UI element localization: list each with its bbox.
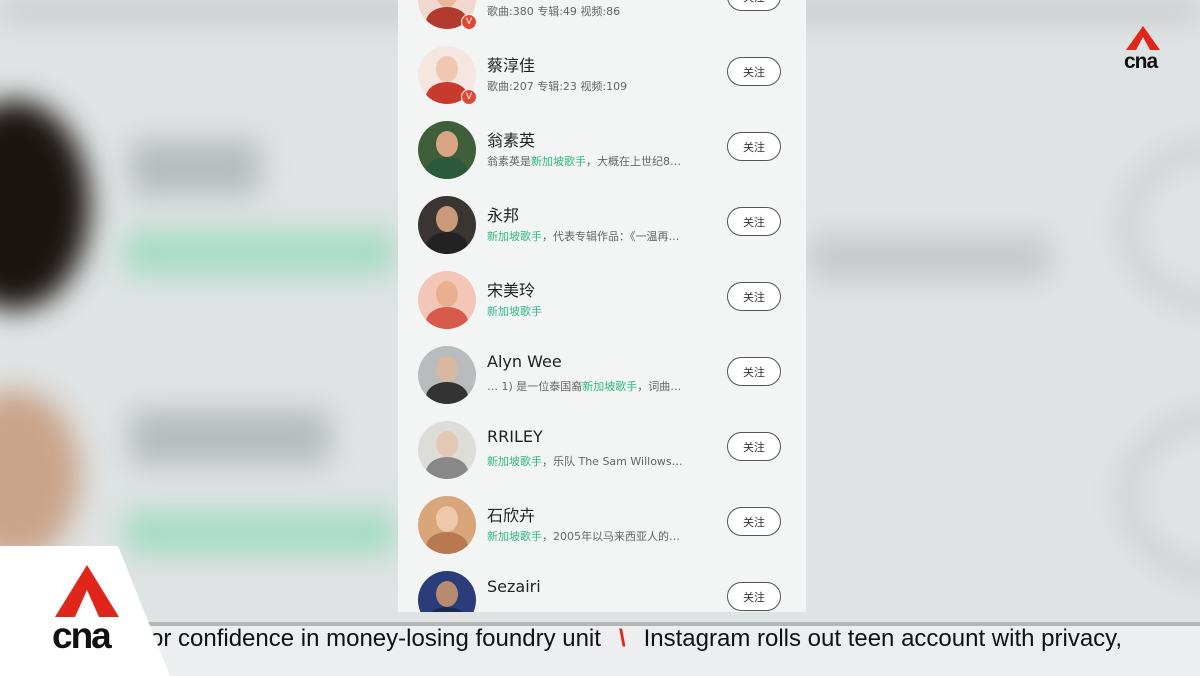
- follow-button[interactable]: 关注: [727, 132, 781, 161]
- bg-desc-blur: [125, 510, 395, 555]
- follow-button[interactable]: 关注: [727, 0, 781, 11]
- singer-list-screen: V 歌曲:380 专辑:49 视频:86 关注 V 蔡淳佳 歌曲:207 专辑:…: [398, 0, 806, 612]
- singer-list: V 歌曲:380 专辑:49 视频:86 关注 V 蔡淳佳 歌曲:207 专辑:…: [398, 0, 806, 612]
- news-ticker-text: or confidence in money-losing foundry un…: [150, 625, 1122, 653]
- singer-avatar[interactable]: [418, 271, 476, 329]
- singer-name: 永邦: [487, 206, 520, 225]
- singer-description: 新加坡歌手，代表专辑作品：《一温再…: [487, 230, 680, 243]
- bg-avatar-blur: [0, 390, 80, 560]
- highlight-keyword: 新加坡歌手: [487, 455, 542, 468]
- bg-name-blur: [130, 410, 330, 465]
- highlight-keyword: 新加坡歌手: [487, 305, 542, 318]
- singer-list-item[interactable]: 宋美玲 新加坡歌手 关注: [398, 256, 806, 331]
- bg-name-blur: [130, 140, 260, 195]
- highlight-keyword: 新加坡歌手: [487, 530, 542, 543]
- follow-button[interactable]: 关注: [727, 282, 781, 311]
- follow-button[interactable]: 关注: [727, 507, 781, 536]
- singer-description: 新加坡歌手: [487, 303, 542, 319]
- singer-name: 蔡淳佳: [487, 56, 536, 75]
- singer-list-item[interactable]: 翁素英 翁素英是新加坡歌手，大概在上世纪8… 关注: [398, 106, 806, 181]
- singer-list-item[interactable]: Alyn Wee … 1) 是一位泰国裔新加坡歌手，词曲… 关注: [398, 331, 806, 406]
- singer-avatar[interactable]: [418, 421, 476, 479]
- bg-desc-blur: [125, 230, 395, 275]
- singer-avatar[interactable]: [418, 121, 476, 179]
- singer-description: 歌曲:207 专辑:23 视频:109: [487, 80, 628, 93]
- singer-name: Sezairi: [487, 577, 541, 596]
- singer-description: 翁素英是新加坡歌手，大概在上世纪8…: [487, 155, 681, 168]
- follow-button[interactable]: 关注: [727, 357, 781, 386]
- singer-name: RRILEY: [487, 427, 543, 446]
- highlight-keyword: 新加坡歌手: [582, 380, 638, 393]
- follow-button[interactable]: 关注: [727, 432, 781, 461]
- highlight-keyword: 新加坡歌手: [531, 155, 586, 168]
- singer-name: 宋美玲: [487, 281, 536, 300]
- bg-button-blur: [1120, 410, 1200, 582]
- bg-button-blur: [1120, 140, 1200, 312]
- singer-description: … 1) 是一位泰国裔新加坡歌手，词曲…: [487, 380, 682, 393]
- singer-list-item[interactable]: 石欣卉 新加坡歌手，2005年以马来西亚人的… 关注: [398, 481, 806, 556]
- singer-avatar[interactable]: [418, 496, 476, 554]
- singer-list-item[interactable]: V 蔡淳佳 歌曲:207 专辑:23 视频:109 关注: [398, 31, 806, 106]
- singer-description: 新加坡歌手，乐队 The Sam Willows…: [487, 455, 683, 468]
- ticker-headline: or confidence in money-losing foundry un…: [150, 625, 601, 652]
- follow-button[interactable]: 关注: [727, 207, 781, 236]
- cna-logo-text: cna: [1124, 50, 1158, 73]
- follow-button[interactable]: 关注: [727, 57, 781, 86]
- verified-badge-icon: V: [461, 89, 477, 105]
- singer-name: 翁素英: [487, 131, 536, 150]
- singer-list-item[interactable]: V 歌曲:380 专辑:49 视频:86 关注: [398, 0, 806, 31]
- bg-desc-blur: [810, 235, 1050, 280]
- singer-avatar[interactable]: [418, 571, 476, 612]
- singer-name: Alyn Wee: [487, 352, 562, 371]
- singer-list-item[interactable]: Sezairi 关注: [398, 556, 806, 612]
- singer-description: 歌曲:380 专辑:49 视频:86: [487, 5, 621, 18]
- singer-description: 新加坡歌手，2005年以马来西亚人的…: [487, 530, 680, 543]
- singer-avatar[interactable]: [418, 346, 476, 404]
- follow-button[interactable]: 关注: [727, 582, 781, 611]
- cna-logo-top: cna: [1122, 26, 1166, 76]
- ticker-separator: \: [618, 625, 626, 652]
- highlight-keyword: 新加坡歌手: [487, 230, 542, 243]
- singer-name: 石欣卉: [487, 506, 536, 525]
- singer-list-item[interactable]: RRILEY 新加坡歌手，乐队 The Sam Willows… 关注: [398, 406, 806, 481]
- singer-avatar[interactable]: [418, 196, 476, 254]
- verified-badge-icon: V: [461, 14, 477, 30]
- ticker-headline: Instagram rolls out teen account with pr…: [643, 625, 1123, 652]
- bg-avatar-blur: [0, 100, 90, 310]
- cna-logo-text: cna: [52, 615, 112, 656]
- singer-list-item[interactable]: 永邦 新加坡歌手，代表专辑作品：《一温再… 关注: [398, 181, 806, 256]
